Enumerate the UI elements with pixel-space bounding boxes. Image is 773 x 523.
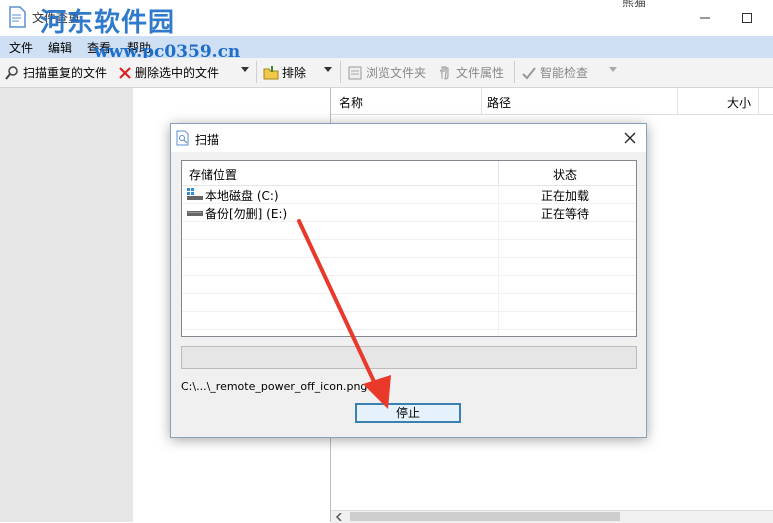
list-item[interactable]: 本地磁盘 (C:) 正在加载 xyxy=(182,186,636,204)
column-separator xyxy=(481,88,482,114)
stop-button[interactable]: 停止 xyxy=(355,403,461,423)
title-bar: 文件查重 河东软件园 熊猫 xyxy=(0,0,773,38)
column-path[interactable]: 路径 xyxy=(487,94,511,111)
delete-label: 删除选中的文件 xyxy=(135,66,220,80)
exclude-dropdown-arrow[interactable] xyxy=(324,67,332,72)
smart-check-button[interactable]: 智能检查 xyxy=(521,64,588,81)
browse-folder-button[interactable]: 浏览文件夹 xyxy=(347,64,426,81)
smart-check-dropdown-arrow[interactable] xyxy=(609,67,617,72)
scan-document-icon xyxy=(176,130,189,146)
properties-label: 文件属性 xyxy=(456,66,505,80)
exclude-button[interactable]: 排除 xyxy=(263,64,306,81)
column-name[interactable]: 名称 xyxy=(339,94,363,111)
toolbar-separator xyxy=(514,61,515,83)
exclude-folder-icon xyxy=(263,65,279,79)
title-right-label: 熊猫 xyxy=(622,0,647,9)
column-separator xyxy=(758,88,759,114)
left-pane xyxy=(0,88,133,522)
storage-status: 正在加载 xyxy=(541,189,590,203)
delete-dropdown-arrow[interactable] xyxy=(241,67,249,72)
current-file-path: C:\...\_remote_power_off_icon.png xyxy=(181,380,368,393)
browse-folder-icon xyxy=(348,66,362,79)
dialog-title: 扫描 xyxy=(195,133,220,147)
empty-row xyxy=(182,294,636,312)
column-status[interactable]: 状态 xyxy=(553,166,577,183)
list-item[interactable]: 备份[勿删] (E:) 正在等待 xyxy=(182,204,636,222)
minimize-button[interactable] xyxy=(690,8,720,28)
scan-dialog: 扫描 存储位置 状态 本地磁盘 (C:) 正在加载 备份[勿删] (E:) 正在… xyxy=(170,123,647,438)
column-separator xyxy=(677,88,678,114)
exclude-label: 排除 xyxy=(282,66,307,80)
magnifier-icon xyxy=(5,65,18,80)
empty-row xyxy=(182,312,636,330)
column-storage-location[interactable]: 存储位置 xyxy=(189,166,237,183)
storage-list: 存储位置 状态 本地磁盘 (C:) 正在加载 备份[勿删] (E:) 正在等待 xyxy=(181,160,637,337)
scan-label: 扫描重复的文件 xyxy=(23,66,108,80)
scan-progress-bar xyxy=(181,346,637,369)
empty-row xyxy=(182,258,636,276)
toolbar-separator xyxy=(340,61,341,83)
smart-check-label: 智能检查 xyxy=(540,66,589,80)
file-properties-button[interactable]: 文件属性 xyxy=(437,64,504,81)
toolbar-separator xyxy=(256,61,257,83)
storage-location: 备份[勿删] (E:) xyxy=(205,207,288,221)
delete-selected-button[interactable]: 删除选中的文件 xyxy=(118,64,219,81)
list-header: 存储位置 状态 xyxy=(182,161,636,186)
empty-row xyxy=(182,276,636,294)
results-header: 名称 路径 大小 xyxy=(331,88,773,115)
scroll-left-icon[interactable] xyxy=(335,513,343,521)
column-size[interactable]: 大小 xyxy=(727,94,751,111)
storage-location: 本地磁盘 (C:) xyxy=(205,189,279,203)
maximize-button[interactable] xyxy=(732,8,762,28)
browse-label: 浏览文件夹 xyxy=(366,66,427,80)
empty-row xyxy=(182,222,636,240)
watermark-logo: 河东软件园 xyxy=(40,8,176,38)
storage-status: 正在等待 xyxy=(541,207,590,221)
app-icon xyxy=(9,6,26,28)
checkmark-icon xyxy=(522,66,536,79)
toolbar: 扫描重复的文件 删除选中的文件 排除 浏览文件夹 文件属性 智能检查 xyxy=(0,58,773,88)
drive-icon xyxy=(187,211,203,216)
menu-file[interactable]: 文件 xyxy=(9,39,33,56)
close-icon[interactable] xyxy=(621,129,639,147)
menu-edit[interactable]: 编辑 xyxy=(48,39,72,56)
delete-x-icon xyxy=(119,66,131,79)
empty-row xyxy=(182,240,636,258)
local-disk-icon xyxy=(187,188,203,200)
column-separator xyxy=(498,161,499,185)
hand-icon xyxy=(439,66,449,79)
scrollbar-thumb[interactable] xyxy=(350,512,620,521)
dialog-title-bar: 扫描 xyxy=(171,124,646,152)
scan-duplicates-button[interactable]: 扫描重复的文件 xyxy=(4,64,107,81)
